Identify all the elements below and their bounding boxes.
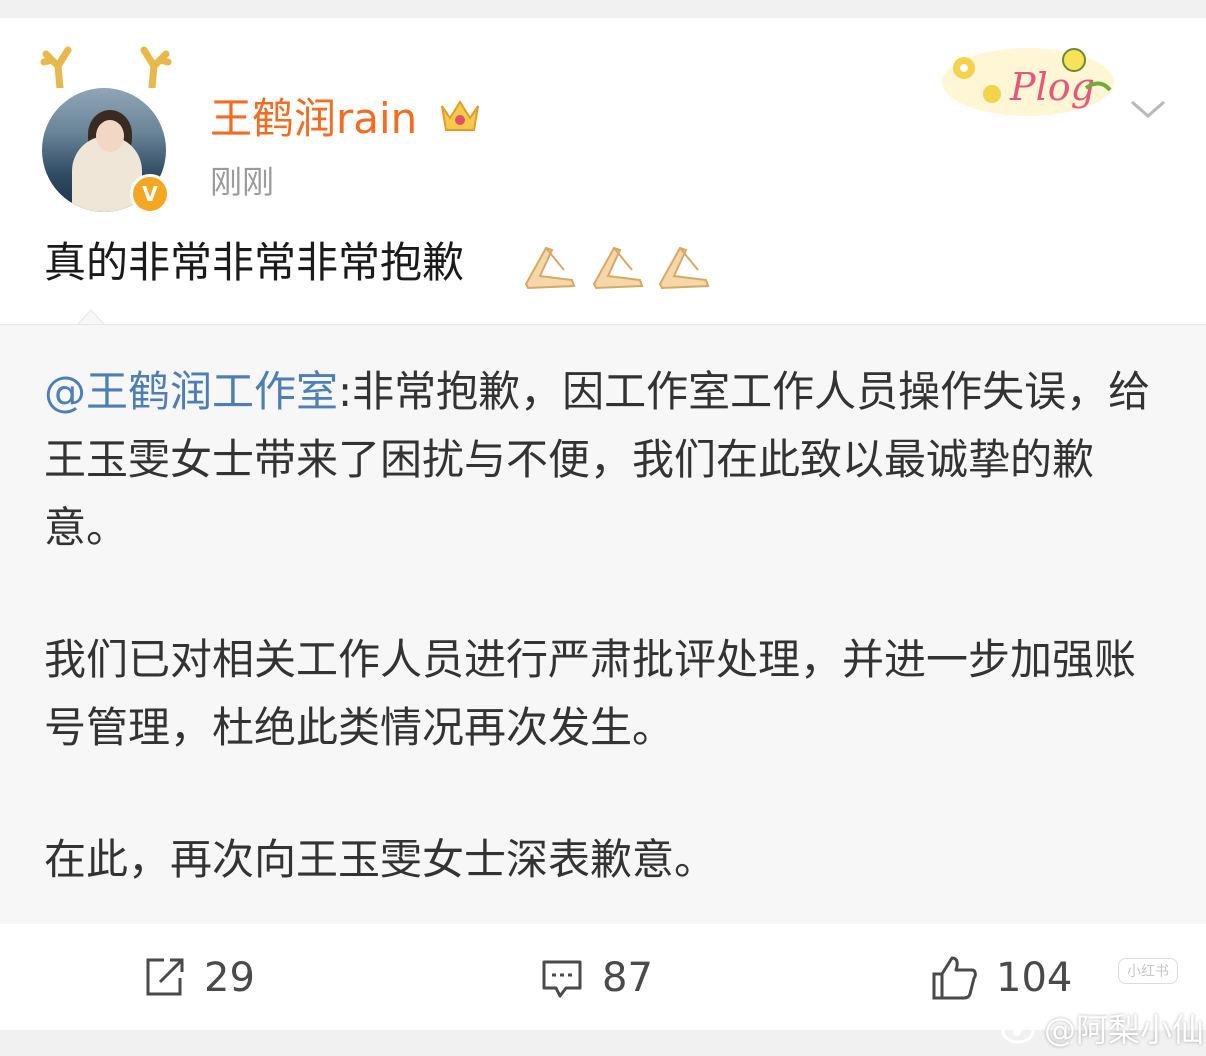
antler-icon — [40, 46, 72, 88]
repost-text: @王鹤润工作室:非常抱歉，因工作室工作人员操作失误，给王玉雯女士带来了困扰与不便… — [44, 358, 1164, 894]
chevron-down-icon[interactable] — [1128, 94, 1168, 124]
praying-hands-icon — [524, 246, 576, 290]
weibo-post-card: V 王鹤润rain 刚刚 Plog 真的非常非常非常抱歉 @王鹤润工作室:非常抱… — [0, 18, 1206, 1030]
praying-hands-icon — [592, 246, 644, 290]
antler-icon — [140, 46, 172, 88]
verified-badge-icon: V — [130, 174, 170, 214]
comment-icon — [542, 960, 582, 998]
post-emojis — [520, 240, 720, 290]
avatar[interactable]: V — [36, 44, 176, 214]
repost-count: 29 — [204, 955, 255, 1001]
post-timestamp: 刚刚 — [210, 163, 275, 201]
comment-button[interactable]: 87 — [540, 952, 653, 1004]
like-icon — [932, 956, 977, 1000]
praying-hands-icon — [658, 246, 710, 290]
author-name[interactable]: 王鹤润rain — [210, 94, 417, 144]
like-count: 104 — [996, 955, 1073, 1001]
repost-icon — [146, 958, 184, 996]
xiaohongshu-mark: 小红书 — [1118, 958, 1178, 984]
watermark: @阿梨小仙 — [1000, 1008, 1205, 1049]
like-button[interactable]: 104 — [930, 952, 1072, 1004]
mention-link[interactable]: @王鹤润工作室 — [44, 367, 338, 416]
repost-paragraph-1: @王鹤润工作室:非常抱歉，因工作室工作人员操作失误，给王玉雯女士带来了困扰与不便… — [44, 358, 1164, 562]
post-header: V 王鹤润rain 刚刚 Plog — [0, 18, 1206, 218]
repost-paragraph-3: 在此，再次向王玉雯女士深表歉意。 — [44, 835, 717, 884]
repost-paragraph-2: 我们已对相关工作人员进行严肃批评处理，并进一步加强账号管理，杜绝此类情况再次发生… — [44, 635, 1137, 752]
watermark-text: @阿梨小仙 — [1044, 1011, 1205, 1049]
weibo-logo-icon — [1001, 1013, 1038, 1044]
post-text: 真的非常非常非常抱歉 — [44, 238, 465, 287]
crown-icon — [441, 100, 479, 131]
svg-text:Plog: Plog — [1009, 65, 1095, 109]
plog-sticker: Plog — [942, 48, 1114, 116]
repost-button[interactable]: 29 — [142, 952, 255, 1004]
comment-count: 87 — [602, 955, 653, 1001]
